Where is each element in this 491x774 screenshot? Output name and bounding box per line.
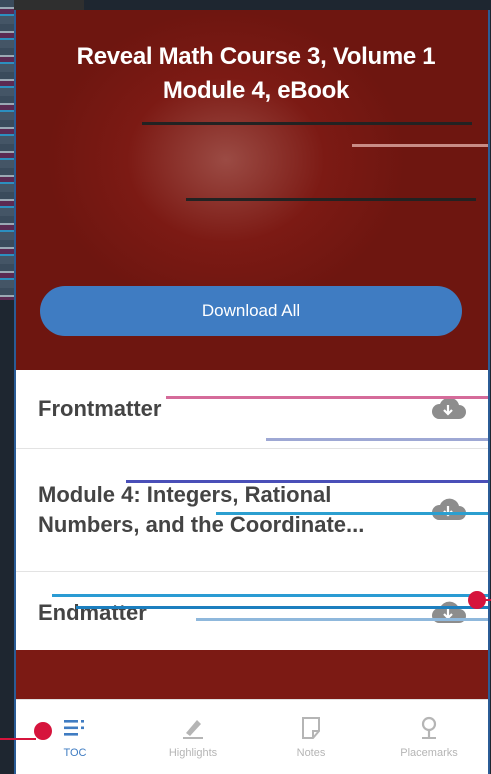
toc-item-endmatter[interactable]: Endmatter [16, 572, 488, 655]
toc-item-module-4[interactable]: Module 4: Integers, Rational Numbers, an… [16, 449, 488, 572]
app-window: Reveal Math Course 3, Volume 1 Module 4,… [14, 10, 490, 774]
placemark-icon [421, 716, 437, 739]
glitch-line [196, 618, 488, 621]
background-window-edge [0, 0, 14, 300]
cloud-download-icon[interactable] [430, 498, 466, 522]
tab-label: Placemarks [400, 747, 458, 759]
book-title: Reveal Math Course 3, Volume 1 Module 4,… [36, 40, 476, 108]
tab-placemarks[interactable]: Placemarks [370, 700, 488, 774]
marker-line [484, 599, 491, 601]
glitch-line [126, 480, 488, 483]
glitch-line [76, 606, 488, 609]
glitch-line [142, 122, 472, 125]
bottom-tab-bar: TOC Highlights Notes Placemarks [16, 699, 488, 774]
book-title-line-2: Module 4, eBook [162, 77, 350, 104]
tab-notes[interactable]: Notes [252, 700, 370, 774]
note-icon [302, 717, 320, 739]
glitch-line [52, 594, 488, 597]
glitch-line [186, 198, 476, 201]
cover-background-band [16, 650, 488, 702]
glitch-line [216, 512, 488, 515]
tab-highlights[interactable]: Highlights [134, 700, 252, 774]
tab-label: TOC [63, 747, 87, 759]
tab-toc[interactable]: TOC [16, 700, 134, 774]
cloud-download-icon[interactable] [430, 601, 466, 625]
glitch-line [352, 144, 488, 147]
toc-item-label: Module 4: Integers, Rational Numbers, an… [38, 482, 365, 537]
list-icon [64, 720, 84, 736]
tab-label: Notes [296, 747, 326, 759]
book-cover-header: Reveal Math Course 3, Volume 1 Module 4,… [16, 10, 488, 370]
tab-label: Highlights [168, 747, 218, 759]
highlighter-icon [183, 720, 203, 739]
glitch-line [166, 396, 488, 399]
toc-item-label: Endmatter [38, 600, 147, 625]
cloud-download-icon[interactable] [430, 397, 466, 421]
toc-item-label: Frontmatter [38, 396, 162, 421]
marker-line [0, 738, 36, 740]
glitch-line [266, 438, 488, 441]
download-all-button[interactable]: Download All [40, 286, 462, 336]
screen: Reveal Math Course 3, Volume 1 Module 4,… [0, 0, 491, 774]
book-title-line-1: Reveal Math Course 3, Volume 1 [76, 43, 436, 70]
marker-dot [34, 722, 52, 740]
